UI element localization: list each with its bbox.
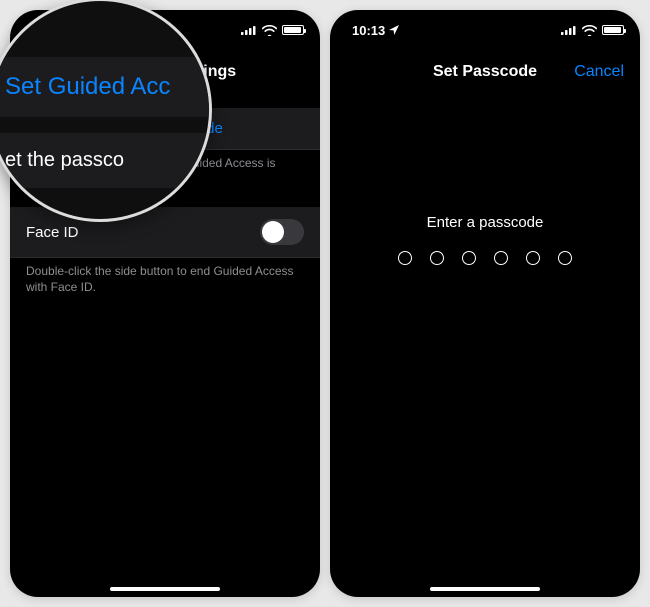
face-id-cell[interactable]: Face ID — [10, 207, 320, 258]
lens-primary-text: Set Guided Acc — [0, 57, 212, 117]
cell-label: Face ID — [26, 224, 79, 241]
passcode-dot — [558, 251, 572, 265]
passcode-dot — [430, 251, 444, 265]
nav-bar: Set Passcode Cancel — [330, 50, 640, 94]
cancel-label: Cancel — [574, 63, 624, 80]
right-phone: 10:13 Set Passcode Cancel Enter a passco… — [330, 10, 640, 597]
passcode-dot — [462, 251, 476, 265]
home-indicator[interactable] — [110, 587, 220, 591]
battery-icon — [602, 25, 624, 35]
wifi-icon — [582, 25, 597, 36]
toggle-knob — [262, 221, 284, 243]
location-icon — [389, 23, 399, 38]
passcode-prompt: Enter a passcode — [427, 214, 544, 231]
face-id-toggle[interactable] — [260, 219, 304, 245]
lens-secondary-text: et the passco — [0, 133, 212, 188]
cell-footer-note: Double-click the side button to end Guid… — [10, 258, 320, 315]
content: Enter a passcode — [330, 94, 640, 597]
cellular-signal-icon — [561, 25, 577, 35]
passcode-dot — [526, 251, 540, 265]
wifi-icon — [262, 25, 277, 36]
passcode-area: Enter a passcode — [330, 214, 640, 265]
status-bar: 10:13 — [330, 10, 640, 50]
home-indicator[interactable] — [430, 587, 540, 591]
cellular-signal-icon — [241, 25, 257, 35]
status-time: 10:13 — [352, 23, 385, 38]
battery-icon — [282, 25, 304, 35]
passcode-dot — [494, 251, 508, 265]
passcode-dots[interactable] — [398, 251, 572, 265]
cancel-button[interactable]: Cancel — [574, 63, 624, 81]
nav-title: Set Passcode — [433, 63, 537, 81]
passcode-dot — [398, 251, 412, 265]
